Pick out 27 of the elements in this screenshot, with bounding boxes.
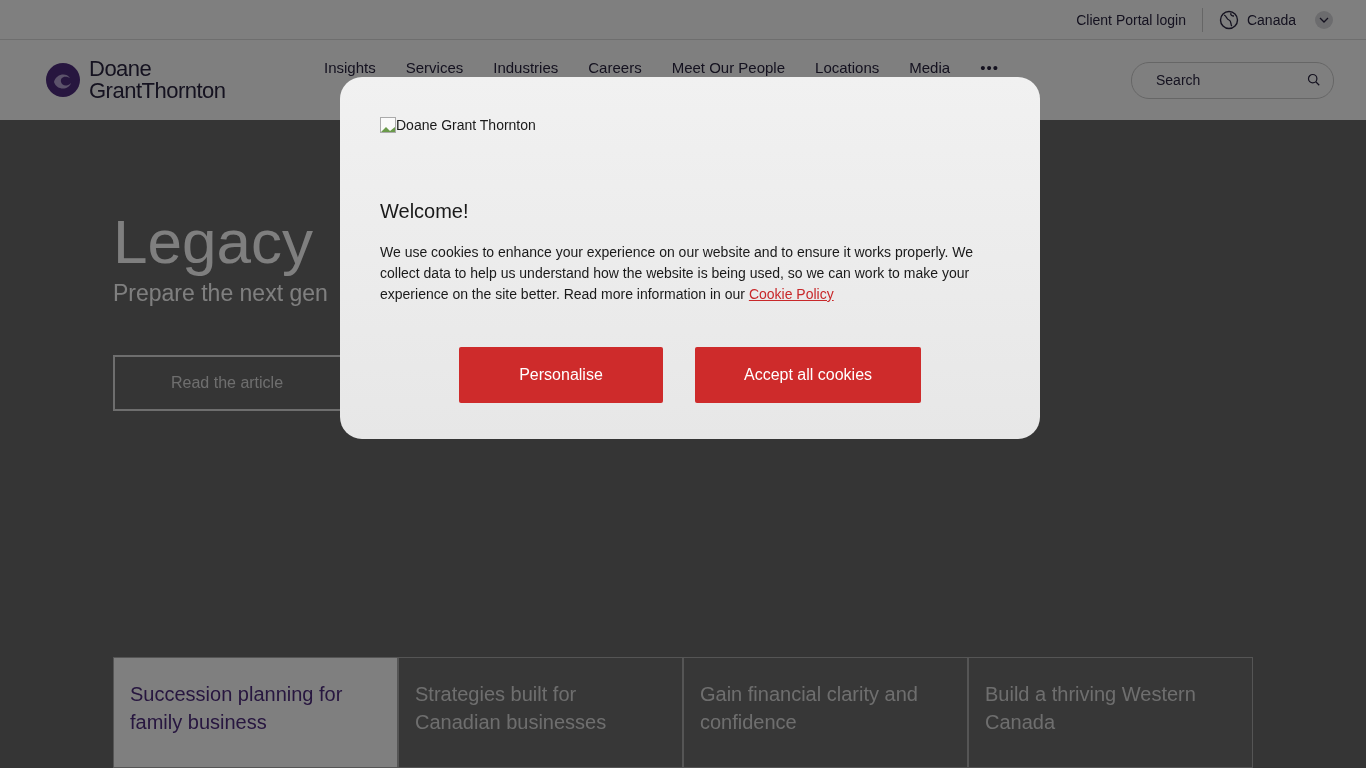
- nav-link[interactable]: Careers: [588, 59, 642, 76]
- more-menu-button[interactable]: •••: [980, 59, 999, 76]
- region-label: Canada: [1246, 11, 1296, 28]
- search-field[interactable]: Search: [1131, 61, 1334, 99]
- hero-title: Legacy: [113, 206, 313, 278]
- nav-link[interactable]: Locations: [815, 59, 880, 76]
- feature-card[interactable]: Succession planning for family business: [113, 657, 398, 768]
- nav-link[interactable]: Services: [405, 59, 464, 76]
- chevron-down-icon[interactable]: [1314, 9, 1334, 30]
- nav-link[interactable]: Industries: [493, 59, 559, 76]
- search-icon: [1307, 72, 1321, 87]
- client-portal-link[interactable]: Client Portal login: [1076, 11, 1186, 28]
- globe-icon: [1218, 9, 1239, 30]
- personalise-button[interactable]: Personalise: [459, 347, 663, 403]
- cookie-message: We use cookies to enhance your experience on our website and to ensure it works properly. We collect data to help us understand how the website is being used, so we can work to make your experience on the site better. Read more information in our Cookie Policy: [380, 243, 974, 304]
- dialog-heading: Welcome!: [380, 200, 470, 223]
- broken-image-alt-text: Doane Grant Thornton: [380, 117, 1000, 133]
- logo-icon: [45, 62, 81, 98]
- logo-text: Doane: [89, 58, 153, 80]
- logo-text: GrantThornton: [89, 80, 226, 102]
- nav-link[interactable]: Media: [909, 59, 951, 76]
- nav-link[interactable]: Meet Our People: [671, 59, 786, 76]
- nav-link[interactable]: Insights: [324, 59, 376, 76]
- accept-cookies-button[interactable]: Accept all cookies: [695, 347, 921, 403]
- cookie-policy-link[interactable]: Cookie Policy: [748, 286, 834, 302]
- broken-image-icon: [380, 117, 396, 133]
- hero-subtitle: Prepare the next gen: [113, 280, 328, 307]
